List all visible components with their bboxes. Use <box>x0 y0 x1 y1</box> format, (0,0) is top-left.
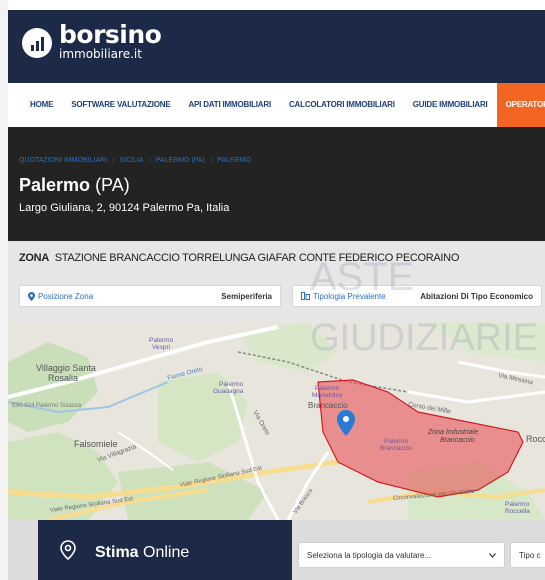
map-pin-icon <box>28 291 35 301</box>
map-label-falsomiele: Falsomiele <box>74 439 118 449</box>
site-logo[interactable]: borsino immobiliare.it <box>22 20 162 61</box>
breadcrumb-city[interactable]: PALERMO <box>217 157 251 164</box>
tipologia-select[interactable]: Seleziona la tipologia da valutare... <box>298 542 505 568</box>
province-code: (PA) <box>95 175 130 195</box>
nav-calcolatori[interactable]: CALCOLATORI IMMOBILIARI <box>280 83 404 127</box>
breadcrumb: QUOTAZIONI IMMOBILIARI › SICILIA › PALER… <box>19 157 254 164</box>
breadcrumb-separator: › <box>112 157 115 164</box>
zone-label: ZONA <box>19 252 49 264</box>
map-label-brancaccio: Brancaccio <box>308 401 348 410</box>
main-nav: HOME SOFTWARE VALUTAZIONE API DATI IMMOB… <box>8 83 545 127</box>
nav-api-dati[interactable]: API DATI IMMOBILIARI <box>179 83 280 127</box>
breadcrumb-sicilia[interactable]: SICILIA <box>119 157 143 164</box>
stima-title-rest: Online <box>143 544 190 561</box>
tipo-select-value: Tipo c <box>519 550 541 560</box>
zone-title: ZONA STAZIONE BRANCACCIO TORRELUNGA GIAF… <box>19 252 459 264</box>
address: Largo Giuliana, 2, 90124 Palermo Pa, Ita… <box>19 202 230 214</box>
nav-software-valutazione[interactable]: SOFTWARE VALUTAZIONE <box>62 83 179 127</box>
zone-map[interactable]: Palermo Vespri Villaggio Santa Rosalia E90… <box>8 322 545 520</box>
zone-section: ZONA STAZIONE BRANCACCIO TORRELUNGA GIAF… <box>8 241 545 322</box>
brand-name: borsino <box>59 20 162 49</box>
map-label-vespri: Palermo Vespri <box>149 337 174 351</box>
left-edge <box>0 0 8 580</box>
location-target-icon <box>60 540 76 560</box>
stima-bar: Stima Online Seleziona la tipologia da v… <box>8 520 545 580</box>
chevron-down-icon <box>489 552 496 558</box>
map-label-maredolce: Palermo Maredolce <box>312 385 343 399</box>
tipologia-select-value: Seleziona la tipologia da valutare... <box>307 550 432 560</box>
breadcrumb-separator: › <box>209 157 213 164</box>
brand-domain: immobiliare.it <box>59 47 142 61</box>
map-label-palermo-brancaccio: Palermo Brancaccio <box>380 438 413 452</box>
stima-panel: Stima Online <box>38 520 292 580</box>
location-header: QUOTAZIONI IMMOBILIARI › SICILIA › PALER… <box>8 127 545 241</box>
tipo-select[interactable]: Tipo c <box>510 542 545 568</box>
chart-icon <box>22 28 52 58</box>
stima-title: Stima Online <box>95 544 189 562</box>
map-label-rocce: Rocce <box>526 434 545 444</box>
breadcrumb-quotazioni[interactable]: QUOTAZIONI IMMOBILIARI <box>19 157 107 164</box>
zone-position-value: Semiperiferia <box>221 291 272 301</box>
zone-position-box: Posizione Zona Semiperiferia <box>19 285 281 307</box>
nav-guide[interactable]: GUIDE IMMOBILIARI <box>404 83 497 127</box>
zone-position-label: Posizione Zona <box>38 291 94 301</box>
breadcrumb-province[interactable]: PALERMO (PA) <box>156 157 205 164</box>
breadcrumb-separator: › <box>148 157 151 164</box>
nav-home[interactable]: HOME <box>8 83 62 127</box>
map-label-roccella: Palermo Roccella <box>505 501 530 515</box>
zone-type-label: Tipologia Prevalente <box>313 291 386 301</box>
buildings-icon <box>301 292 310 300</box>
stima-title-bold: Stima <box>95 544 139 561</box>
zone-type-value: Abitazioni Di Tipo Economico <box>420 291 533 301</box>
city-name: Palermo <box>19 175 91 195</box>
zone-name: STAZIONE BRANCACCIO TORRELUNGA GIAFAR CO… <box>54 252 460 264</box>
map-label-ss624: E90 624 Palermo Sciacca <box>12 403 82 409</box>
page-title: Palermo (PA) <box>19 175 130 196</box>
nav-operatori[interactable]: OPERATORI <box>496 83 545 127</box>
zone-type-box: Tipologia Prevalente Abitazioni Di Tipo … <box>292 285 542 307</box>
site-header: borsino immobiliare.it <box>8 10 545 83</box>
